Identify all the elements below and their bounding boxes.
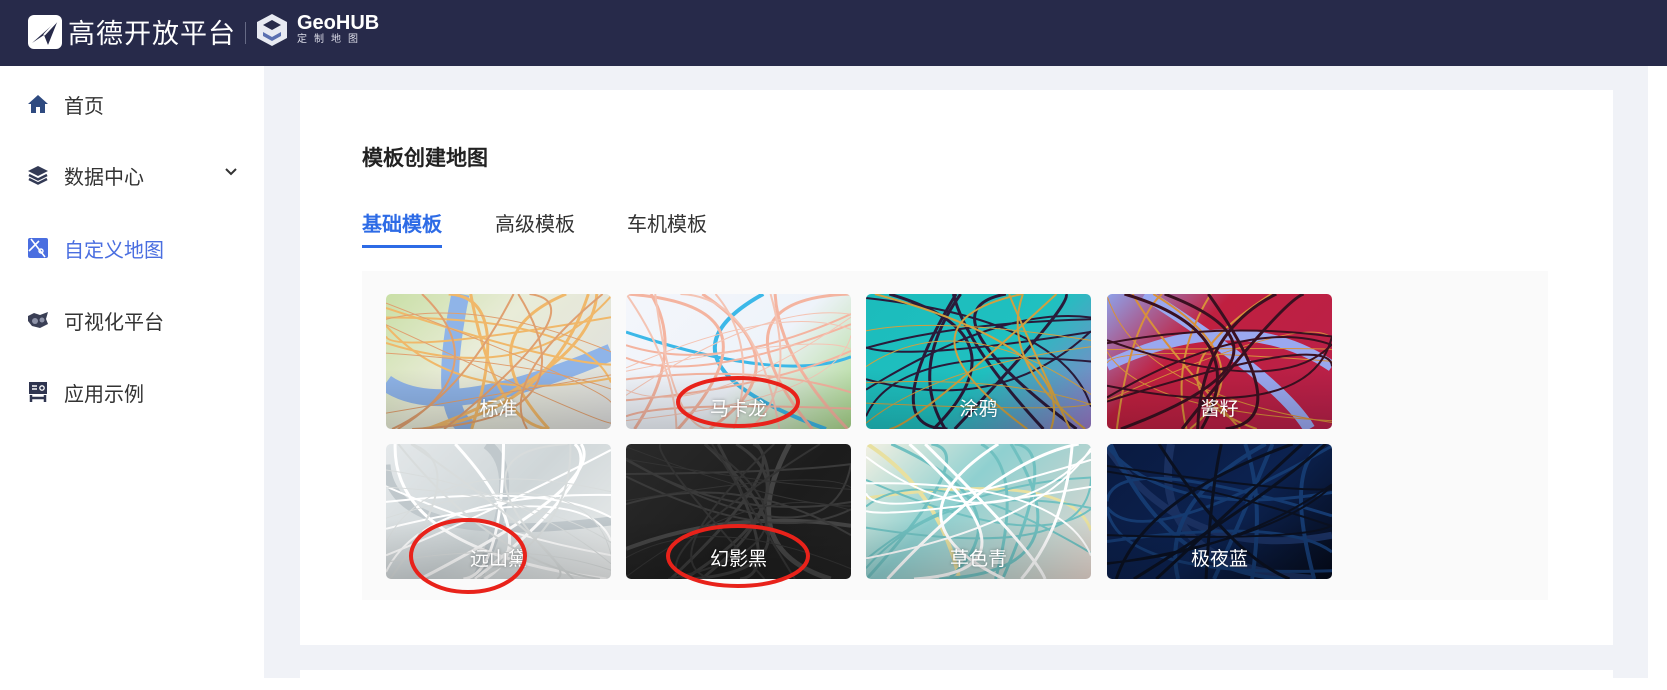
template-card[interactable]: 草色青: [866, 444, 1091, 579]
sidebar-item-label: 应用示例: [64, 383, 144, 406]
template-card[interactable]: 涂鸦: [866, 294, 1091, 429]
visualization-icon: [26, 308, 50, 332]
logo-divider: [245, 22, 246, 44]
sidebar-item-visualization[interactable]: 可视化平台: [0, 295, 264, 345]
template-label: 幻影黑: [709, 549, 767, 570]
paper-plane-icon: [28, 14, 62, 49]
template-label: 远山黛: [469, 549, 527, 570]
sidebar-item-label: 自定义地图: [64, 239, 164, 262]
template-card[interactable]: 远山黛: [386, 444, 611, 579]
geohub-cube-icon: [257, 14, 287, 46]
custom-map-icon: [26, 236, 50, 260]
template-card[interactable]: 标准: [386, 294, 611, 429]
page-edge: [1648, 66, 1667, 678]
sidebar-item-data-center[interactable]: 数据中心: [0, 150, 264, 200]
sidebar-item-app-examples[interactable]: 应用示例: [0, 367, 264, 417]
main-content: 模板创建地图 基础模板 高级模板 车机模板 标准 马卡龙 涂鸦 酱籽远山黛 幻影黑 草色青…: [264, 66, 1648, 690]
template-card[interactable]: 极夜蓝: [1107, 444, 1332, 579]
template-card[interactable]: 酱籽: [1107, 294, 1332, 429]
sidebar: 首页 数据中心 自定义地图 可视化平台 应用示例: [0, 66, 264, 678]
tab-basic-templates[interactable]: 基础模板: [362, 208, 442, 248]
geohub-title: GeoHUB: [297, 12, 380, 34]
template-label: 酱籽: [1200, 399, 1239, 420]
app-example-icon: [26, 380, 50, 404]
page-title: 模板创建地图: [362, 147, 488, 170]
template-gallery: 标准 马卡龙 涂鸦 酱籽远山黛 幻影黑 草色青 极夜蓝: [362, 271, 1548, 600]
geohub-subtitle: 定制地图: [297, 34, 365, 45]
sidebar-item-label: 数据中心: [64, 166, 144, 189]
sidebar-item-home[interactable]: 首页: [0, 79, 264, 129]
chevron-down-icon[interactable]: [224, 164, 238, 182]
template-card[interactable]: 马卡龙: [626, 294, 851, 429]
tab-vehicle-templates[interactable]: 车机模板: [627, 208, 707, 248]
next-card: [300, 670, 1613, 690]
template-label: 马卡龙: [709, 399, 767, 420]
amap-open-platform-logo[interactable]: 高德开放平台: [28, 12, 236, 51]
top-header: 高德开放平台 GeoHUB 定制地图: [0, 0, 1667, 66]
template-label: 草色青: [949, 549, 1007, 570]
sidebar-item-custom-map[interactable]: 自定义地图: [0, 223, 264, 273]
layers-icon: [26, 163, 50, 187]
sidebar-item-label: 可视化平台: [64, 311, 164, 334]
sidebar-item-label: 首页: [64, 95, 104, 118]
template-label: 涂鸦: [959, 399, 998, 420]
home-icon: [26, 92, 50, 116]
geohub-logo[interactable]: GeoHUB 定制地图: [255, 12, 379, 48]
template-label: 极夜蓝: [1190, 549, 1248, 570]
template-create-card: 模板创建地图 基础模板 高级模板 车机模板 标准 马卡龙 涂鸦 酱籽远山黛 幻影黑 草色青…: [300, 90, 1613, 645]
template-label: 标准: [479, 399, 518, 420]
template-card[interactable]: 幻影黑: [626, 444, 851, 579]
brand-name: 高德开放平台: [68, 19, 236, 49]
tab-advanced-templates[interactable]: 高级模板: [495, 208, 575, 248]
